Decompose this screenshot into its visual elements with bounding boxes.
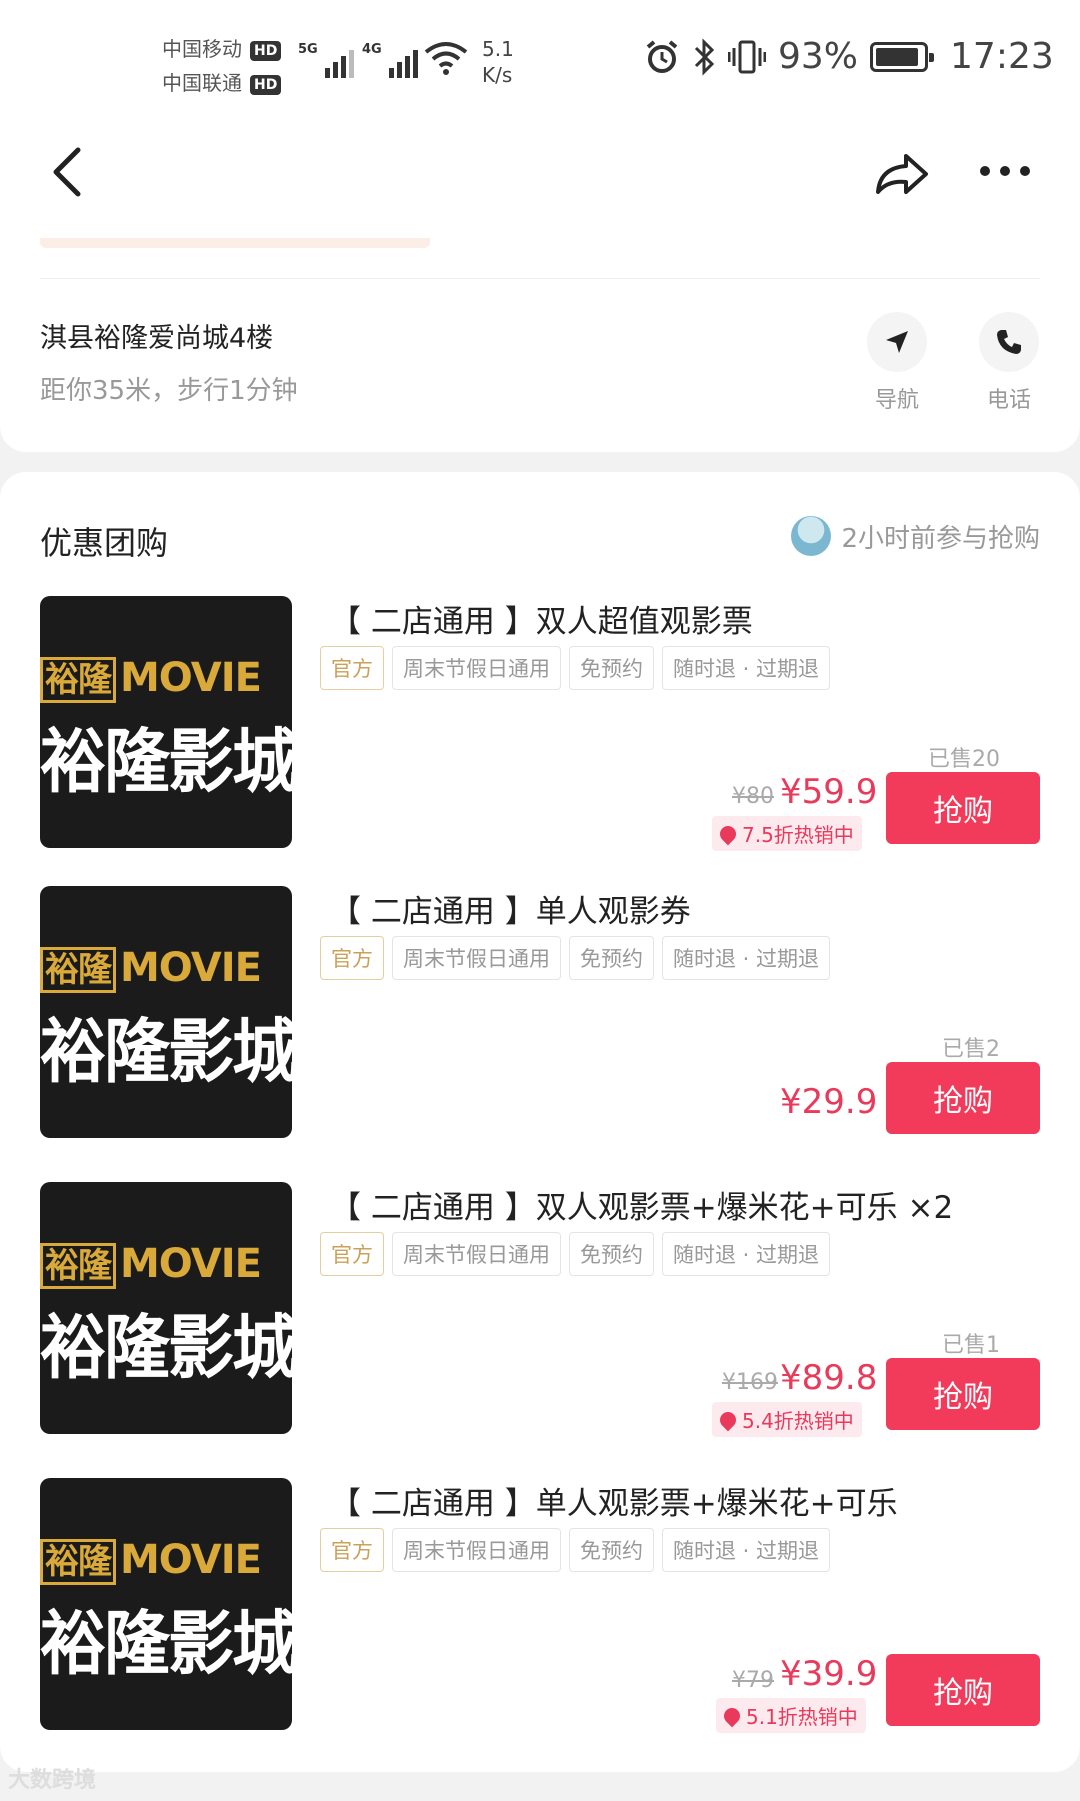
- signal-5g-icon: 5G: [298, 42, 354, 78]
- deal-price: ¥39.9: [780, 1654, 878, 1694]
- tag-refund: 随时退 · 过期退: [662, 646, 831, 690]
- store-address: 淇县裕隆爱尚城4楼: [40, 323, 274, 354]
- deal-price: ¥29.9: [780, 1082, 878, 1122]
- group-deals-section: 优惠团购 2小时前参与抢购 裕隆 MOVIE 裕隆影城 【 二店通用 】双人超值观…: [0, 472, 1080, 1772]
- battery-icon: [870, 41, 935, 72]
- sold-count: 已售2: [942, 1037, 1000, 1062]
- recent-activity: 2小时前参与抢购: [791, 516, 1040, 556]
- previous-section-peek: [40, 238, 430, 248]
- tag-no-reservation: 免预约: [569, 1232, 654, 1276]
- carrier-info: 中国移动 HD 中国联通 HD: [162, 32, 282, 100]
- bluetooth-icon: [694, 37, 715, 76]
- original-price: ¥80: [732, 784, 774, 809]
- status-bar: 中国移动 HD 中国联通 HD 5G 4G 5.1 K/s 93% 17:23: [0, 0, 1080, 120]
- tag-weekend: 周末节假日通用: [392, 1232, 561, 1276]
- deal-name: 【 二店通用 】双人超值观影票: [330, 604, 753, 640]
- address-card: 淇县裕隆爱尚城4楼 距你35米，步行1分钟 导航 电话: [0, 230, 1080, 452]
- sold-count: 已售20: [928, 747, 1000, 772]
- buy-button[interactable]: 抢购: [886, 1358, 1040, 1430]
- deal-tags: 官方 周末节假日通用 免预约 随时退 · 过期退: [320, 646, 831, 690]
- chevron-left-icon[interactable]: [44, 142, 94, 202]
- tag-official: 官方: [320, 936, 384, 980]
- navigation-arrow-icon: [886, 331, 908, 353]
- status-right: 93% 17:23: [644, 36, 1054, 77]
- tag-refund: 随时退 · 过期退: [662, 936, 831, 980]
- hd-badge: HD: [250, 40, 282, 61]
- phone-icon: [997, 330, 1021, 354]
- carrier-2: 中国联通: [162, 71, 242, 95]
- section-title: 优惠团购: [40, 524, 169, 562]
- watermark: 大数跨境: [8, 1768, 97, 1793]
- deal-item[interactable]: 裕隆 MOVIE 裕隆影城 【 二店通用 】双人观影票+爆米花+可乐 ×2 官方 …: [40, 1182, 1040, 1437]
- cinema-logo-image: 裕隆 MOVIE 裕隆影城: [40, 1478, 292, 1730]
- avatar: [791, 516, 832, 556]
- original-price: ¥169: [722, 1370, 778, 1395]
- tag-refund: 随时退 · 过期退: [662, 1528, 831, 1572]
- discount-badge: 5.1折热销中: [716, 1698, 866, 1733]
- tag-weekend: 周末节假日通用: [392, 1528, 561, 1572]
- navigate-label: 导航: [874, 388, 919, 413]
- phone-label: 电话: [986, 388, 1031, 413]
- deal-tags: 官方 周末节假日通用 免预约 随时退 · 过期退: [320, 1232, 831, 1276]
- cinema-logo-image: 裕隆 MOVIE 裕隆影城: [40, 886, 292, 1138]
- tag-official: 官方: [320, 1528, 384, 1572]
- deal-item[interactable]: 裕隆 MOVIE 裕隆影城 【 二店通用 】双人超值观影票 官方 周末节假日通用 …: [40, 596, 1040, 851]
- tag-icon: [720, 1704, 744, 1727]
- hd-badge: HD: [250, 74, 282, 95]
- tag-no-reservation: 免预约: [569, 936, 654, 980]
- deal-item[interactable]: 裕隆 MOVIE 裕隆影城 【 二店通用 】单人观影票+爆米花+可乐 官方 周末节…: [40, 1478, 1040, 1733]
- deal-name: 【 二店通用 】单人观影票+爆米花+可乐: [330, 1486, 898, 1522]
- nav-bar: [0, 120, 1080, 230]
- cinema-logo-image: 裕隆 MOVIE 裕隆影城: [40, 1182, 292, 1434]
- clock: 17:23: [950, 36, 1054, 77]
- tag-official: 官方: [320, 646, 384, 690]
- divider: [40, 278, 1040, 279]
- cinema-logo-image: 裕隆 MOVIE 裕隆影城: [40, 596, 292, 848]
- vibrate-icon: [728, 40, 766, 73]
- phone-button[interactable]: 电话: [974, 312, 1044, 414]
- deal-name: 【 二店通用 】双人观影票+爆米花+可乐 ×2: [330, 1190, 954, 1226]
- deal-price: ¥89.8: [780, 1358, 878, 1398]
- deal-tags: 官方 周末节假日通用 免预约 随时退 · 过期退: [320, 1528, 831, 1572]
- deal-price: ¥59.9: [780, 772, 878, 812]
- discount-badge: 5.4折热销中: [712, 1402, 862, 1437]
- deal-tags: 官方 周末节假日通用 免预约 随时退 · 过期退: [320, 936, 831, 980]
- tag-icon: [716, 1408, 740, 1431]
- buy-button[interactable]: 抢购: [886, 1654, 1040, 1726]
- tag-official: 官方: [320, 1232, 384, 1276]
- navigate-button[interactable]: 导航: [862, 312, 932, 414]
- battery-percent: 93%: [778, 36, 859, 77]
- buy-button[interactable]: 抢购: [886, 1062, 1040, 1134]
- tag-icon: [716, 822, 740, 845]
- signal-4g-icon: 4G: [362, 42, 418, 78]
- more-dots-icon[interactable]: [980, 166, 1040, 186]
- deal-item[interactable]: 裕隆 MOVIE 裕隆影城 【 二店通用 】单人观影券 官方 周末节假日通用 免预…: [40, 886, 1040, 1138]
- network-speed: 5.1 K/s: [482, 37, 514, 87]
- alarm-icon: [646, 39, 678, 73]
- share-arrow-icon[interactable]: [872, 150, 932, 200]
- discount-badge: 7.5折热销中: [712, 816, 862, 851]
- wifi-icon: [424, 42, 468, 75]
- tag-no-reservation: 免预约: [569, 1528, 654, 1572]
- sold-count: 已售1: [942, 1333, 1000, 1358]
- buy-button[interactable]: 抢购: [886, 772, 1040, 844]
- carrier-1: 中国移动: [162, 37, 242, 61]
- tag-no-reservation: 免预约: [569, 646, 654, 690]
- tag-weekend: 周末节假日通用: [392, 646, 561, 690]
- tag-refund: 随时退 · 过期退: [662, 1232, 831, 1276]
- original-price: ¥79: [732, 1668, 774, 1693]
- recent-activity-text: 2小时前参与抢购: [841, 523, 1040, 554]
- store-distance: 距你35米，步行1分钟: [40, 376, 298, 406]
- deal-name: 【 二店通用 】单人观影券: [330, 894, 691, 930]
- tag-weekend: 周末节假日通用: [392, 936, 561, 980]
